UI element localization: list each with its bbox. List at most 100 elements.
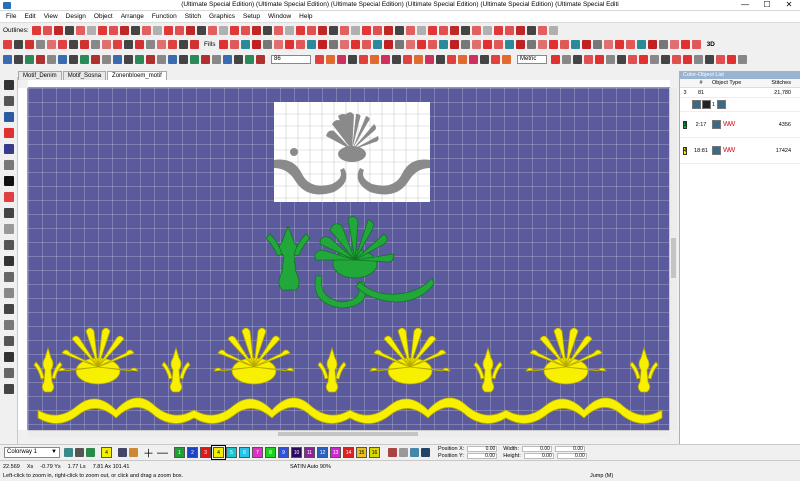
toolbar-tool-icon[interactable] <box>361 26 371 35</box>
toolbar-tool-icon[interactable] <box>317 26 327 35</box>
toolbar-tool-icon[interactable] <box>102 55 111 64</box>
left-tool-icon[interactable] <box>4 368 14 378</box>
toolbar-tool-icon[interactable] <box>91 55 100 64</box>
toolbar-tool-icon[interactable] <box>251 26 261 35</box>
toolbar-tool-icon[interactable] <box>135 55 144 64</box>
left-tool-icon[interactable] <box>4 176 14 186</box>
toolbar-tool-icon[interactable] <box>416 26 426 35</box>
toolbar-tool-icon[interactable] <box>383 26 393 35</box>
toolbar-tool-icon[interactable] <box>306 40 316 49</box>
toolbar-tool-icon[interactable] <box>273 26 283 35</box>
menu-function[interactable]: Function <box>152 13 177 20</box>
toolbar-tool-icon[interactable] <box>284 26 294 35</box>
green-motif[interactable] <box>265 216 435 309</box>
tab-motif-denim[interactable]: Motif_Denim <box>18 71 62 80</box>
toolbar-tool-icon[interactable] <box>449 40 459 49</box>
menu-setup[interactable]: Setup <box>243 13 260 20</box>
toolbar-tool-icon[interactable] <box>201 55 210 64</box>
toolbar-tool-icon[interactable] <box>240 26 250 35</box>
toolbar-tool-icon[interactable] <box>548 40 558 49</box>
toolbar-tool-icon[interactable] <box>471 26 481 35</box>
toolbar-tool-icon[interactable] <box>47 40 56 49</box>
toolbar-tool-icon[interactable] <box>113 40 122 49</box>
toolbar-tool-icon[interactable] <box>438 26 448 35</box>
toolbar-tool-icon[interactable] <box>573 55 582 64</box>
toolbar-tool-icon[interactable] <box>405 40 415 49</box>
tab-zonenbloem-motif[interactable]: Zonenbloem_motif <box>107 71 167 80</box>
toolbar-tool-icon[interactable] <box>179 55 188 64</box>
toolbar-tool-icon[interactable] <box>537 26 547 35</box>
horizontal-scrollbar[interactable] <box>28 430 669 437</box>
toolbar-tool-icon[interactable] <box>14 40 23 49</box>
menu-arrange[interactable]: Arrange <box>121 13 144 20</box>
left-tool-icon[interactable] <box>4 96 14 106</box>
toolbar-tool-icon[interactable] <box>36 55 45 64</box>
left-tool-icon[interactable] <box>4 272 14 282</box>
left-tool-icon[interactable] <box>4 128 14 138</box>
palette-color-8[interactable]: 8 <box>265 447 276 458</box>
menu-graphics[interactable]: Graphics <box>209 13 235 20</box>
view-3d-button[interactable]: 3D <box>707 41 715 48</box>
toolbar-tool-icon[interactable] <box>273 40 283 49</box>
horizontal-scroll-thumb[interactable] <box>278 432 418 436</box>
left-tool-icon[interactable] <box>4 112 14 122</box>
position-y-field[interactable]: 0.00 <box>466 453 497 459</box>
left-tool-icon[interactable] <box>4 336 14 346</box>
toolbar-tool-icon[interactable] <box>256 55 265 64</box>
palette-color-15[interactable]: 15 <box>356 447 367 458</box>
toolbar-tool-icon[interactable] <box>482 26 492 35</box>
toolbar-tool-icon[interactable] <box>504 26 514 35</box>
left-tool-icon[interactable] <box>4 320 14 330</box>
toolbar-tool-icon[interactable] <box>69 55 78 64</box>
toolbar-tool-icon[interactable] <box>672 55 681 64</box>
toolbar-tool-icon[interactable] <box>3 40 12 49</box>
left-tool-icon[interactable] <box>4 208 14 218</box>
toolbar-tool-icon[interactable] <box>581 40 591 49</box>
toolbar-tool-icon[interactable] <box>80 55 89 64</box>
toolbar-tool-icon[interactable] <box>548 26 558 35</box>
toolbar-tool-icon[interactable] <box>480 55 489 64</box>
toolbar-tool-icon[interactable] <box>315 55 324 64</box>
menu-file[interactable]: File <box>6 13 16 20</box>
vertical-scroll-thumb[interactable] <box>671 238 676 278</box>
toolbar-tool-icon[interactable] <box>212 55 221 64</box>
toolbar-tool-icon[interactable] <box>337 55 346 64</box>
colorway-icon[interactable] <box>86 448 95 457</box>
vertical-scrollbar[interactable] <box>669 88 677 430</box>
toolbar-tool-icon[interactable] <box>97 26 107 35</box>
toolbar-tool-icon[interactable] <box>394 26 404 35</box>
toolbar-tool-icon[interactable] <box>592 40 602 49</box>
toolbar-tool-icon[interactable] <box>328 40 338 49</box>
toolbar-tool-icon[interactable] <box>190 40 199 49</box>
toolbar-tool-icon[interactable] <box>370 55 379 64</box>
circle-tool-icon[interactable] <box>399 448 408 457</box>
left-tool-icon[interactable] <box>4 384 14 394</box>
toolbar-tool-icon[interactable] <box>414 55 423 64</box>
toolbar-tool-icon[interactable] <box>372 40 382 49</box>
toolbar-tool-icon[interactable] <box>683 55 692 64</box>
toolbar-tool-icon[interactable] <box>64 26 74 35</box>
height-field[interactable]: 0.00 <box>523 453 554 459</box>
toolbar-tool-icon[interactable] <box>326 55 335 64</box>
toolbar-tool-icon[interactable] <box>135 40 144 49</box>
palette-color-11[interactable]: 11 <box>304 447 315 458</box>
toolbar-tool-icon[interactable] <box>86 26 96 35</box>
toolbar-tool-icon[interactable] <box>691 40 701 49</box>
thread-chart-icon[interactable] <box>64 448 73 457</box>
toolbar-tool-icon[interactable] <box>359 55 368 64</box>
toolbar-tool-icon[interactable] <box>603 40 613 49</box>
toolbar-tool-icon[interactable] <box>639 55 648 64</box>
list-row[interactable]: 3 81 21,780 <box>680 88 800 98</box>
toolbar-tool-icon[interactable] <box>25 55 34 64</box>
toolbar-tool-icon[interactable] <box>460 40 470 49</box>
toolbar-tool-icon[interactable] <box>245 55 254 64</box>
toolbar-tool-icon[interactable] <box>339 40 349 49</box>
menu-help[interactable]: Help <box>299 13 312 20</box>
toolbar-tool-icon[interactable] <box>146 40 155 49</box>
zoom-select[interactable]: 86 <box>271 55 311 64</box>
toolbar-tool-icon[interactable] <box>25 40 34 49</box>
toolbar-tool-icon[interactable] <box>350 26 360 35</box>
menu-stitch[interactable]: Stitch <box>185 13 201 20</box>
units-select[interactable]: Metric <box>517 55 547 64</box>
toolbar-tool-icon[interactable] <box>31 26 41 35</box>
